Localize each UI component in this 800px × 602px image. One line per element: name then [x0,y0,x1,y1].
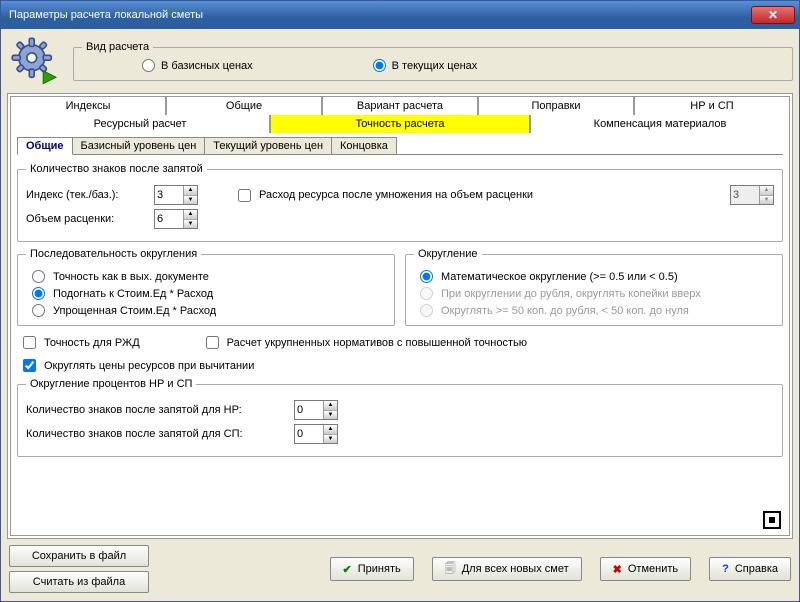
sp-spinner[interactable]: ▲▼ [294,424,338,444]
rounding-legend: Округление [414,248,482,260]
main-tab-row2: Ресурсный расчет Точность расчета Компен… [10,115,790,133]
calc-type-legend: Вид расчета [82,41,153,53]
chk-round-prices[interactable]: Округлять цены ресурсов при вычитании [23,359,783,372]
volume-spinner[interactable]: ▲▼ [154,209,198,229]
titlebar: Параметры расчета локальной сметы ✕ [1,1,799,29]
calc-type-current[interactable]: В текущих ценах [373,59,478,72]
window-title: Параметры расчета локальной сметы [9,9,751,21]
spinner-arrows[interactable]: ▲▼ [323,425,337,443]
resize-icon[interactable] [763,511,781,529]
calc-type-basic[interactable]: В базисных ценах [142,59,253,72]
app-window: Параметры расчета локальной сметы ✕ [0,0,800,602]
nr-sp-legend: Округление процентов НР и СП [26,378,196,390]
footer-buttons: Сохранить в файл Считать из файла ✔Приня… [7,543,793,595]
decimals-legend: Количество знаков после запятой [26,163,207,175]
tab-indices[interactable]: Индексы [10,96,166,115]
decimals-fieldset: Количество знаков после запятой Индекс (… [17,163,783,242]
cancel-button[interactable]: ✖Отменить [600,557,691,581]
chk-ukrupn[interactable]: Расчет укрупненных нормативов с повышенн… [206,336,527,349]
subtab-ending[interactable]: Концовка [331,137,397,154]
settings-gear-icon [7,33,63,89]
help-button[interactable]: ?Справка [709,557,791,581]
for-all-new-button[interactable]: 🗐Для всех новых смет [432,557,582,581]
round-opt2: При округлении до рубля, округлять копей… [420,287,774,300]
tab-compensation[interactable]: Компенсация материалов [530,115,790,133]
index-spinner[interactable]: ▲▼ [154,185,198,205]
tab-content: Общие Базисный уровень цен Текущий урове… [10,133,790,536]
spinner-arrows: ▲▼ [759,186,773,204]
seq-opt3[interactable]: Упрощенная Стоим.Ед * Расход [32,304,386,317]
subtab-general[interactable]: Общие [17,137,73,155]
seq-opt2[interactable]: Подогнать к Стоим.Ед * Расход [32,287,386,300]
content: Вид расчета В базисных ценах В текущих ц… [1,29,799,601]
nr-spinner[interactable]: ▲▼ [294,400,338,420]
subtab-current-level[interactable]: Текущий уровень цен [204,137,332,154]
volume-label: Объем расценки: [26,213,146,225]
tab-variant[interactable]: Вариант расчета [322,96,478,115]
rounding-seq-legend: Последовательность округления [26,248,201,260]
main-tabs-container: Индексы Общие Вариант расчета Поправки Н… [7,93,793,539]
tab-nr-sp[interactable]: НР и СП [634,96,790,115]
index-label: Индекс (тек./баз.): [26,189,146,201]
resource-checkbox[interactable]: Расход ресурса после умножения на объем … [238,189,533,202]
accept-button[interactable]: ✔Принять [330,557,414,581]
close-button[interactable]: ✕ [751,6,795,24]
round-opt3: Округлять >= 50 коп. до рубля, < 50 коп.… [420,304,774,317]
tab-resource-calc[interactable]: Ресурсный расчет [10,115,270,133]
check-icon: ✔ [343,563,352,576]
rounding-fieldset: Округление Математическое округление (>=… [405,248,783,326]
read-file-button[interactable]: Считать из файла [9,571,149,593]
resource-spinner: ▲▼ [730,185,774,205]
main-tab-row1: Индексы Общие Вариант расчета Поправки Н… [10,96,790,115]
question-icon: ? [722,563,729,575]
spinner-arrows[interactable]: ▲▼ [323,401,337,419]
nr-sp-fieldset: Округление процентов НР и СП Количество … [17,378,783,457]
calc-type-fieldset: Вид расчета В базисных ценах В текущих ц… [73,41,793,81]
subtab-row: Общие Базисный уровень цен Текущий урове… [17,137,783,155]
nr-label: Количество знаков после запятой для НР: [26,404,286,416]
rounding-seq-fieldset: Последовательность округления Точность к… [17,248,395,326]
tab-precision[interactable]: Точность расчета [270,115,530,133]
spinner-arrows[interactable]: ▲▼ [183,186,197,204]
seq-opt1[interactable]: Точность как в вых. документе [32,270,386,283]
round-opt1[interactable]: Математическое округление (>= 0.5 или < … [420,270,774,283]
sp-label: Количество знаков после запятой для СП: [26,428,286,440]
tab-corrections[interactable]: Поправки [478,96,634,115]
subtab-basic-level[interactable]: Базисный уровень цен [72,137,206,154]
save-file-button[interactable]: Сохранить в файл [9,545,149,567]
spinner-arrows[interactable]: ▲▼ [183,210,197,228]
tab-general[interactable]: Общие [166,96,322,115]
chk-rzhd[interactable]: Точность для РЖД [23,336,140,349]
x-icon: ✖ [613,563,622,576]
top-row: Вид расчета В базисных ценах В текущих ц… [7,33,793,89]
document-icon: 🗐 [445,560,456,579]
